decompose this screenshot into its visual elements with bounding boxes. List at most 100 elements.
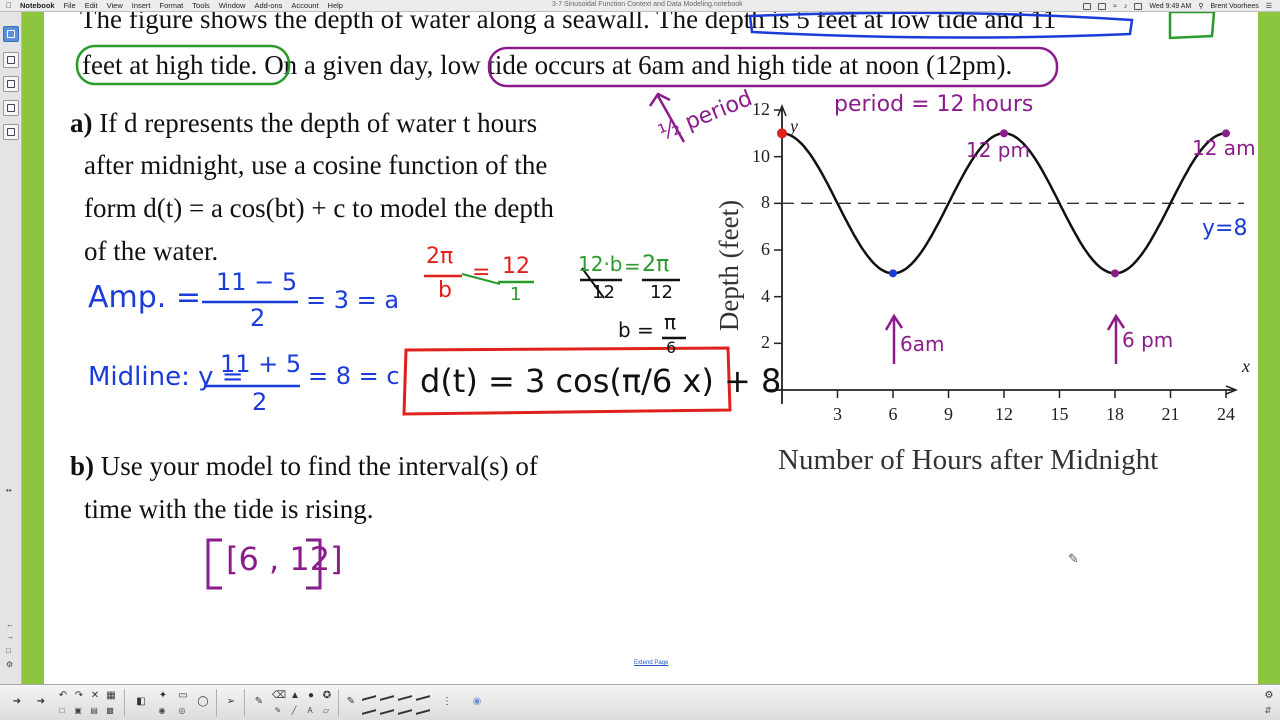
more-styles-icon[interactable]: ⋮	[440, 696, 454, 708]
line-style-swatch[interactable]	[416, 703, 430, 715]
marked-point	[889, 269, 897, 278]
x-tick-label: 9	[944, 404, 953, 424]
screen-shade-icon[interactable]: ◧	[134, 696, 148, 708]
menu-account[interactable]: Account	[291, 1, 318, 10]
redo-icon[interactable]: ↷	[72, 690, 86, 702]
blue-ink-outline	[748, 12, 1134, 39]
collapse-icon[interactable]: ••	[6, 486, 12, 495]
menu-edit[interactable]: Edit	[85, 1, 98, 10]
menu-insert[interactable]: Insert	[132, 1, 151, 10]
menu-help[interactable]: Help	[328, 1, 343, 10]
x-tick-label: 21	[1161, 404, 1180, 424]
search-icon[interactable]: ⚲	[1198, 2, 1203, 10]
apple-menu-icon[interactable]: 	[6, 1, 12, 10]
line-style-swatch[interactable]	[380, 703, 394, 715]
page-sorter-tab[interactable]	[3, 26, 19, 42]
add-ons-icon[interactable]: ✦	[156, 690, 170, 702]
eraser-icon[interactable]: ⌫	[272, 690, 286, 702]
menu-view[interactable]: View	[107, 1, 123, 10]
list-icon[interactable]: ☰	[1266, 2, 1272, 10]
ink-eq2-left-denominator: 12	[592, 282, 615, 303]
menu-tools[interactable]: Tools	[192, 1, 210, 10]
save-icon[interactable]: ▣	[72, 705, 84, 716]
y-axis-label: Depth (feet)	[714, 199, 745, 332]
notebook-page[interactable]: The figure shows the depth of water alon…	[44, 12, 1258, 684]
pen-style-icon[interactable]: ✎	[344, 696, 358, 708]
paste-icon[interactable]: ▤	[88, 705, 100, 716]
line-style-swatch[interactable]	[398, 689, 412, 701]
menu-window[interactable]: Window	[219, 1, 246, 10]
bottom-toolbar: ➜ ➜ ↶ ↷ ✕ ▦ □ ▣ ▤ ▩ ◧ ✦ ◉ ▭ ◎ ◯ ➢ ✎ ⌫ ▲ …	[0, 684, 1280, 720]
toolbar-separator	[338, 689, 339, 717]
ink-midline-note: y=8	[1202, 216, 1248, 241]
line-style-swatch[interactable]	[380, 689, 394, 701]
highlighter-icon[interactable]: ▱	[320, 705, 332, 716]
line-style-swatch[interactable]	[362, 703, 376, 715]
properties-icon[interactable]: ◉	[470, 696, 484, 708]
line-style-swatch[interactable]	[362, 689, 376, 701]
line-style-swatch[interactable]	[398, 703, 412, 715]
ink-eq2-equals: =	[624, 254, 641, 278]
add-ons-tab[interactable]	[3, 124, 19, 140]
green-ink-outline-high-tide	[75, 44, 291, 86]
volume-icon[interactable]: ♪	[1124, 3, 1128, 10]
next-page-icon[interactable]: →	[6, 632, 14, 641]
x-axis-letter: x	[1242, 356, 1250, 376]
ink-note-6pm: 6 pm	[1122, 328, 1174, 352]
page-options-icon[interactable]: □	[6, 646, 11, 655]
lesson-activity-icon[interactable]: ◯	[196, 696, 210, 708]
shapes-icon[interactable]: ▲	[288, 690, 302, 702]
ink-period-equals: =	[472, 260, 491, 285]
marked-point	[1000, 129, 1008, 138]
table-icon[interactable]: ▦	[104, 690, 118, 702]
line-style-swatch[interactable]	[416, 689, 430, 701]
creative-pen-icon[interactable]: ✎	[272, 705, 284, 716]
menu-format[interactable]: Format	[160, 1, 184, 10]
fill-icon[interactable]: ●	[304, 690, 318, 702]
left-page-border	[22, 12, 44, 684]
ink-period-note: period = 12 hours	[834, 92, 1034, 117]
menu-add-ons[interactable]: Add-ons	[254, 1, 282, 10]
settings-gear-icon[interactable]: ⚙	[1262, 690, 1276, 702]
response-icon[interactable]: ◎	[176, 705, 188, 716]
magic-pen-icon[interactable]: ✪	[320, 690, 334, 702]
toolbar-swap-icon[interactable]: ⇵	[1262, 705, 1274, 716]
x-tick-label: 18	[1106, 404, 1124, 424]
new-page-icon[interactable]: □	[56, 705, 68, 716]
line-icon[interactable]: ╱	[288, 705, 300, 716]
ink-amp-result: = 3 = a	[306, 286, 400, 314]
purple-ink-outline-tide-times	[487, 46, 1059, 88]
properties-tab[interactable]	[3, 100, 19, 116]
wifi-icon[interactable]: ≈	[1113, 3, 1117, 10]
ink-period-12: 12	[502, 254, 530, 279]
status-icon[interactable]	[1083, 2, 1092, 10]
text-icon[interactable]: A	[304, 705, 316, 716]
forward-arrow-icon[interactable]: ➜	[34, 696, 48, 708]
gallery-tab[interactable]	[3, 52, 19, 68]
menu-app-name[interactable]: Notebook	[20, 1, 55, 10]
capture-icon[interactable]: ▭	[176, 690, 190, 702]
document-camera-icon[interactable]: ◉	[156, 705, 168, 716]
toolbar-separator	[124, 689, 125, 717]
ink-amp-label: Amp. =	[88, 280, 201, 315]
x-tick-label: 6	[888, 404, 898, 424]
clock[interactable]: Wed 9:49 AM	[1149, 3, 1191, 10]
delete-icon[interactable]: ✕	[88, 690, 102, 702]
menu-file[interactable]: File	[64, 1, 76, 10]
ink-midline-numerator: 11 + 5	[220, 350, 302, 378]
ink-note-12pm: 12 pm	[966, 138, 1030, 162]
status-icon[interactable]	[1098, 2, 1107, 10]
user-name[interactable]: Brent Voorhees	[1210, 3, 1258, 10]
print-icon[interactable]: ▩	[104, 705, 116, 716]
undo-icon[interactable]: ↶	[56, 690, 70, 702]
battery-icon[interactable]	[1134, 2, 1143, 10]
ink-final-model: d(t) = 3 cos(π/6 x) + 8	[420, 362, 782, 400]
settings-icon[interactable]: ⚙	[6, 660, 13, 669]
select-icon[interactable]: ➢	[224, 696, 238, 708]
pen-icon[interactable]: ✎	[252, 696, 266, 708]
attachments-tab[interactable]	[3, 76, 19, 92]
previous-page-icon[interactable]: ←	[6, 620, 14, 629]
y-tick-label: 10	[752, 145, 770, 166]
right-page-border	[1258, 12, 1280, 684]
back-arrow-icon[interactable]: ➜	[10, 696, 24, 708]
